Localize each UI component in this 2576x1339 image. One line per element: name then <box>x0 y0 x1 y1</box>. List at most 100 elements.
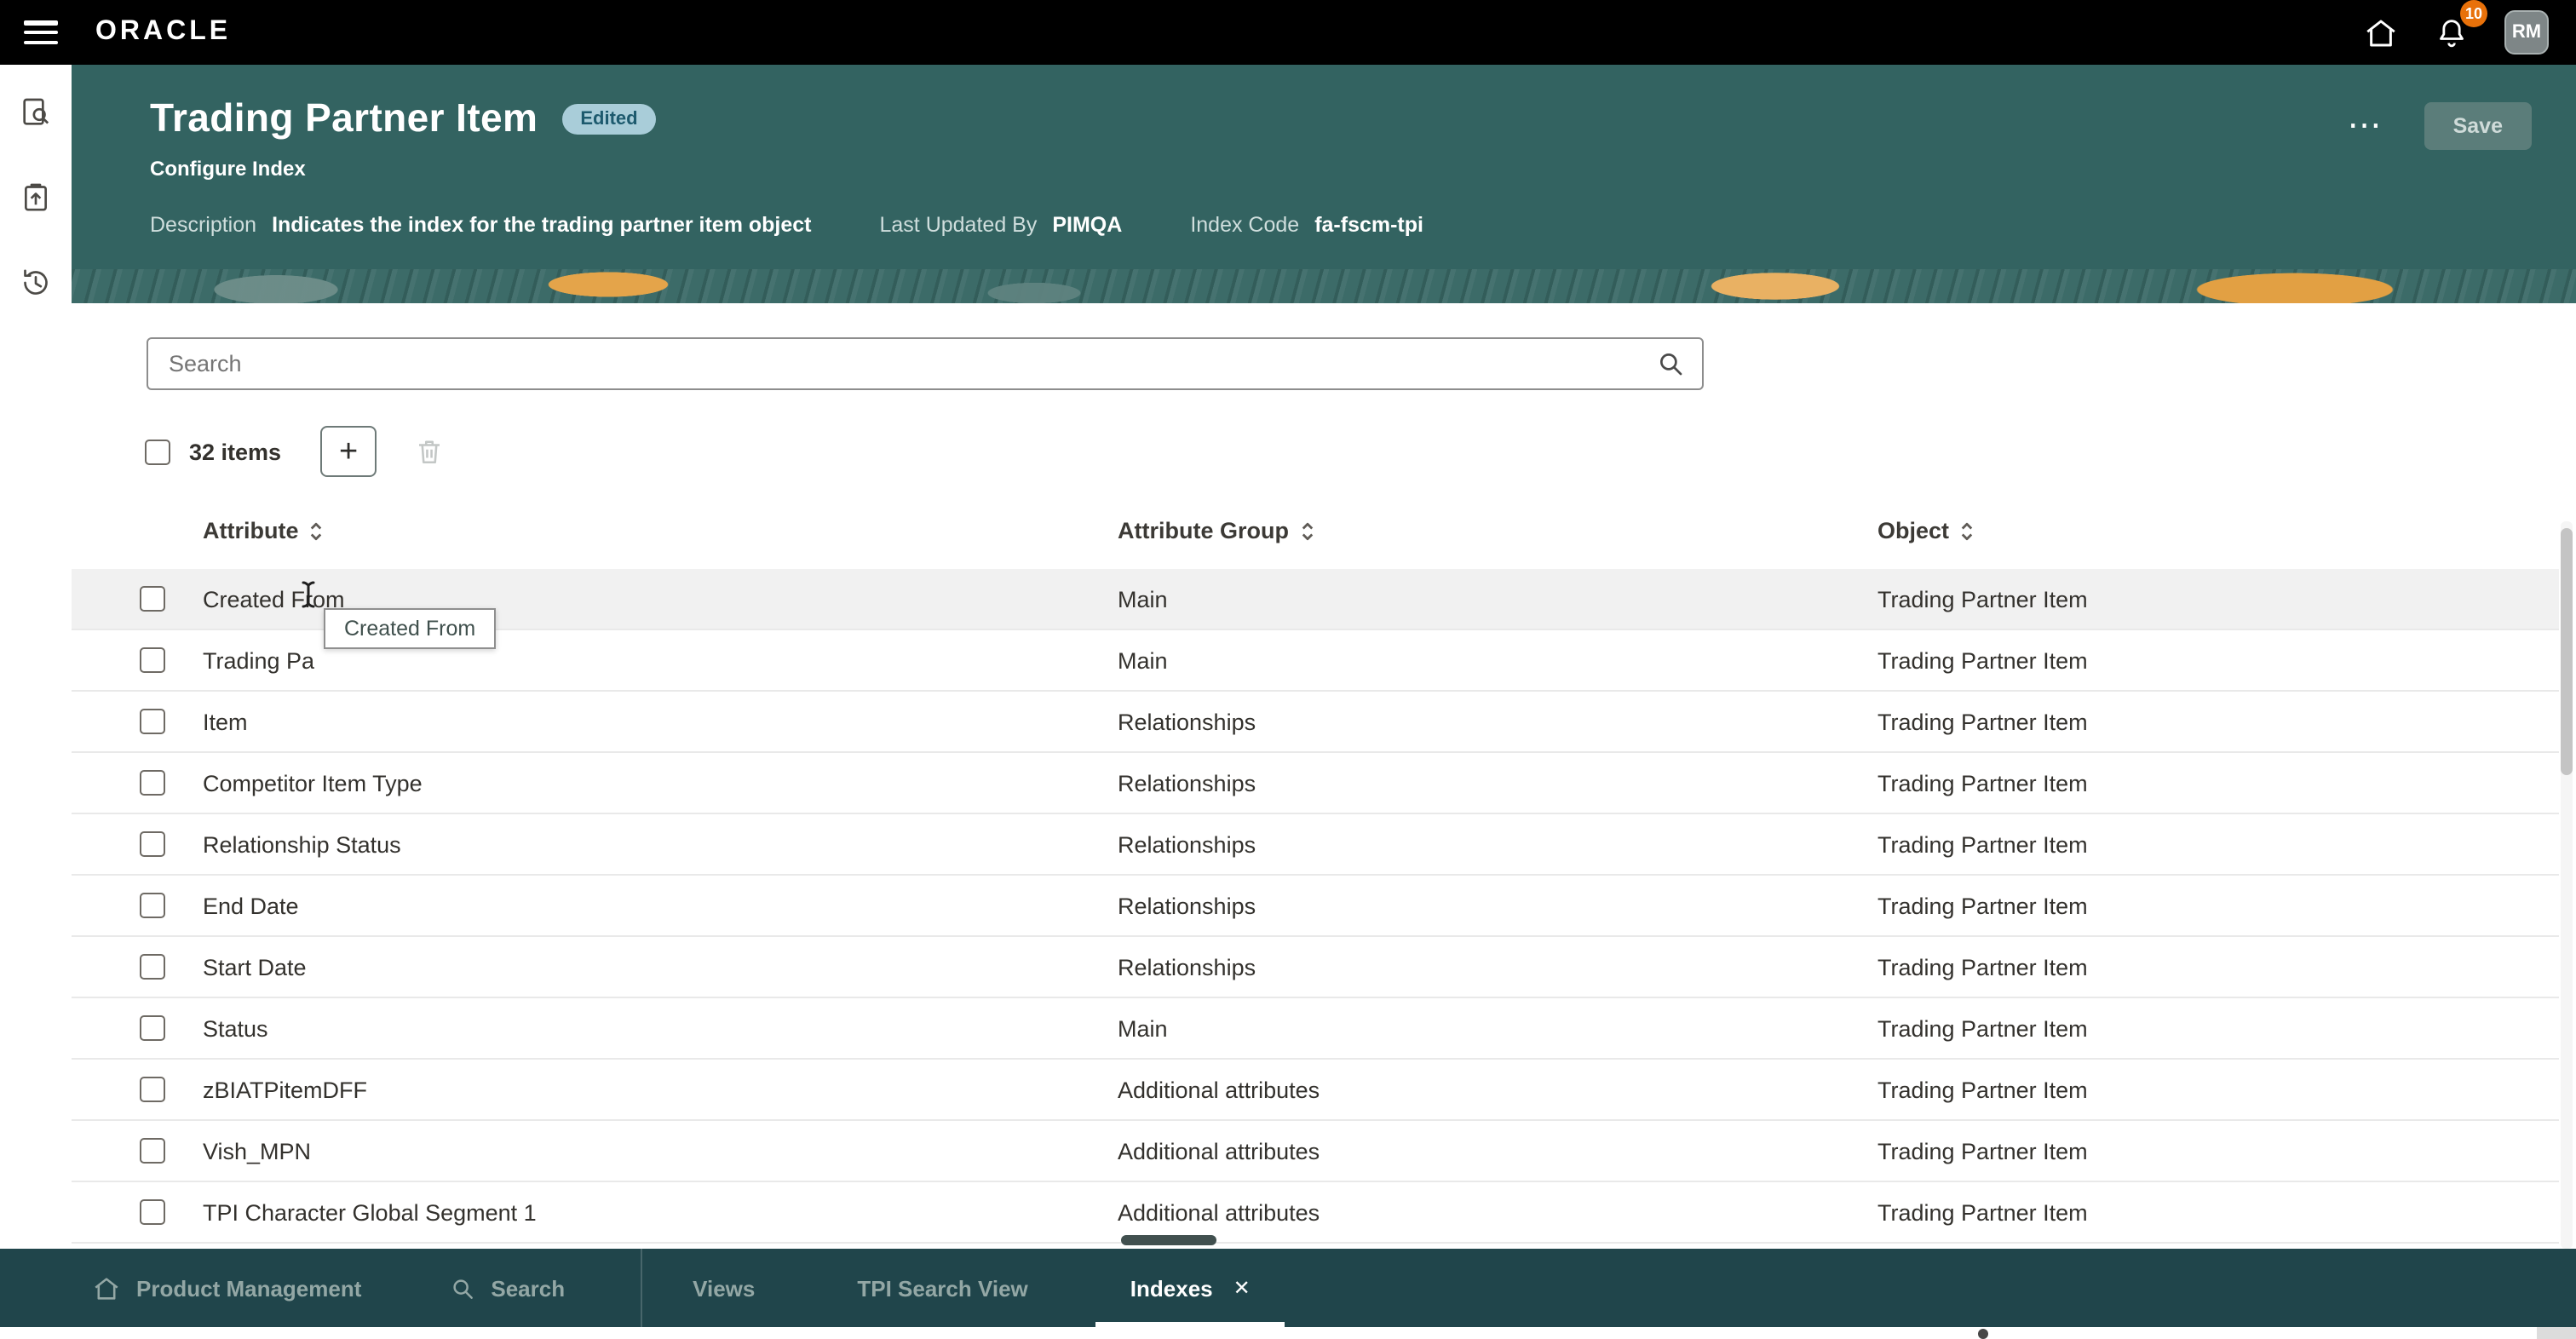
row-checkbox[interactable] <box>140 709 165 734</box>
cell-object: Trading Partner Item <box>1877 1015 2088 1041</box>
cell-attribute: Competitor Item Type <box>203 770 423 796</box>
text-cursor-icon <box>298 579 319 618</box>
meta-description: Description Indicates the index for the … <box>150 213 812 237</box>
clipboard-export-icon[interactable] <box>15 177 56 218</box>
close-icon[interactable]: ✕ <box>1233 1278 1251 1298</box>
vertical-scrollbar-thumb[interactable] <box>2561 528 2573 775</box>
tab-indexes[interactable]: Indexes ✕ <box>1079 1249 1302 1327</box>
cell-attribute-group: Main <box>1118 586 1168 612</box>
decorative-band <box>72 269 2576 303</box>
list-toolbar: 32 items + <box>145 426 457 477</box>
search-box <box>147 337 1704 390</box>
table-row[interactable]: End DateRelationshipsTrading Partner Ite… <box>72 876 2559 937</box>
cell-attribute: Item <box>203 709 248 734</box>
table-row[interactable]: Start Date Relationships Trading Partner I… <box>72 937 2559 998</box>
cell-attribute-group: Relationships <box>1118 709 1256 734</box>
bottom-home-link[interactable]: Product Management <box>92 1273 361 1302</box>
search-input[interactable] <box>148 351 1656 376</box>
item-count: 32 items <box>189 439 281 464</box>
row-checkbox[interactable] <box>140 1015 165 1041</box>
row-checkbox[interactable] <box>140 1199 165 1225</box>
cell-object: Trading Partner Item <box>1877 954 2088 980</box>
row-checkbox[interactable] <box>140 586 165 612</box>
sort-icon[interactable] <box>1299 519 1314 543</box>
column-header-attribute[interactable]: Attribute <box>203 518 325 543</box>
row-checkbox[interactable] <box>140 770 165 796</box>
cell-attribute-group: Main <box>1118 647 1168 673</box>
sort-icon[interactable] <box>1959 519 1975 543</box>
cell-attribute: Trading Pa <box>203 647 314 673</box>
search-icon <box>450 1275 475 1301</box>
table-row[interactable]: Item Relationships Trading Partner Item <box>72 692 2559 753</box>
avatar[interactable]: RM <box>2504 10 2549 55</box>
cell-object: Trading Partner Item <box>1877 893 2088 918</box>
menu-icon[interactable] <box>24 20 58 44</box>
page-header: Trading Partner Item Edited Configure In… <box>72 65 2576 303</box>
cell-attribute-group: Relationships <box>1118 893 1256 918</box>
column-header-object[interactable]: Object <box>1877 518 1975 543</box>
scrollbar-corner <box>2537 1327 2576 1339</box>
sort-icon[interactable] <box>309 519 325 543</box>
oracle-logo: ORACLE <box>95 17 231 48</box>
cell-object: Trading Partner Item <box>1877 1199 2088 1225</box>
cell-object: Trading Partner Item <box>1877 586 2088 612</box>
meta-index-code: Index Code fa-fscm-tpi <box>1190 213 1423 237</box>
page-subtitle: Configure Index <box>150 157 2576 181</box>
add-button[interactable]: + <box>320 426 377 477</box>
table-row[interactable]: TPI Character Global Segment 1Additional… <box>72 1182 2559 1244</box>
bottom-search-link[interactable]: Search <box>450 1275 565 1301</box>
tab-views[interactable]: Views <box>641 1249 806 1327</box>
horizontal-scrollbar-thumb[interactable] <box>1121 1235 1216 1245</box>
cell-object: Trading Partner Item <box>1877 1077 2088 1102</box>
history-icon[interactable] <box>15 262 56 303</box>
select-all-checkbox[interactable] <box>145 439 170 464</box>
table-row[interactable]: Status Main Trading Partner Item <box>72 998 2559 1060</box>
cell-attribute-group: Relationships <box>1118 954 1256 980</box>
cell-object: Trading Partner Item <box>1877 770 2088 796</box>
row-checkbox[interactable] <box>140 831 165 857</box>
row-checkbox[interactable] <box>140 1077 165 1102</box>
cell-attribute: zBIATPitemDFF <box>203 1077 367 1102</box>
cell-attribute: Status <box>203 1015 268 1041</box>
meta-last-updated-by: Last Updated By PIMQA <box>880 213 1123 237</box>
bottom-bar: Product Management Search Views TPI Sear… <box>0 1249 2576 1327</box>
cell-object: Trading Partner Item <box>1877 647 2088 673</box>
column-header-attribute-group[interactable]: Attribute Group <box>1118 518 1314 543</box>
cell-attribute-group: Relationships <box>1118 770 1256 796</box>
home-icon <box>92 1273 121 1302</box>
table-row[interactable]: Competitor Item Type Relationships Trading… <box>72 753 2559 814</box>
more-actions-icon[interactable]: ⋯ <box>2348 109 2383 143</box>
indicator-dot <box>1978 1329 1988 1339</box>
notification-badge: 10 <box>2460 0 2487 27</box>
search-icon[interactable] <box>1656 349 1685 378</box>
table-header: Attribute Attribute Group Object <box>72 518 2559 569</box>
top-bar: ORACLE 10 RM <box>0 0 2576 65</box>
cell-attribute: Relationship Status <box>203 831 401 857</box>
row-checkbox[interactable] <box>140 893 165 918</box>
bottom-strip <box>0 1327 2576 1339</box>
row-checkbox[interactable] <box>140 1138 165 1164</box>
cell-object: Trading Partner Item <box>1877 709 2088 734</box>
topbar-actions: 10 RM <box>2361 10 2549 55</box>
cell-attribute: Start Date <box>203 954 307 980</box>
notifications-icon[interactable]: 10 <box>2433 14 2470 51</box>
table-row[interactable]: Vish_MPNAdditional attributesTrading Par… <box>72 1121 2559 1182</box>
row-checkbox[interactable] <box>140 647 165 673</box>
tab-tpi-search-view[interactable]: TPI Search View <box>806 1249 1078 1327</box>
row-checkbox[interactable] <box>140 954 165 980</box>
document-search-icon[interactable] <box>15 92 56 133</box>
table-row[interactable]: zBIATPitemDFFAdditional attributesTradin… <box>72 1060 2559 1121</box>
table-row[interactable]: Relationship StatusRelationshipsTrading … <box>72 814 2559 876</box>
delete-button[interactable] <box>400 426 457 477</box>
vertical-scrollbar[interactable] <box>2561 521 2573 1249</box>
cell-attribute: TPI Character Global Segment 1 <box>203 1199 537 1225</box>
home-icon[interactable] <box>2361 14 2399 51</box>
main-content: 32 items + Attribute Attribute Group Obj… <box>72 303 2576 1249</box>
save-button[interactable]: Save <box>2424 102 2532 150</box>
cell-object: Trading Partner Item <box>1877 1138 2088 1164</box>
cell-attribute-group: Relationships <box>1118 831 1256 857</box>
tab-strip: Views TPI Search View Indexes ✕ <box>641 1249 1302 1327</box>
cell-attribute-group: Main <box>1118 1015 1168 1041</box>
header-meta: Description Indicates the index for the … <box>150 213 2576 237</box>
tooltip: Created From <box>324 608 496 649</box>
